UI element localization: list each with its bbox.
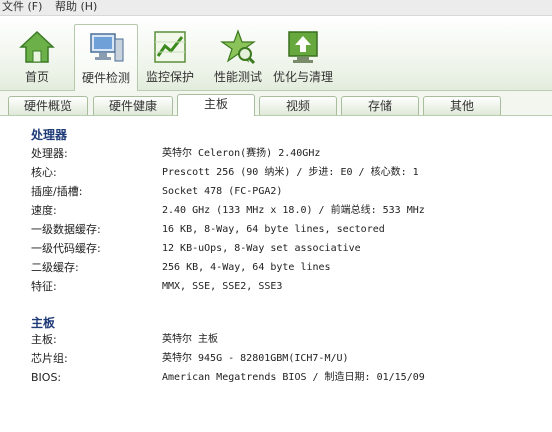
menu-help[interactable]: 帮助 (H) (55, 0, 97, 14)
processor-row: 速度: 2.40 GHz (133 MHz x 18.0) / 前端总线: 53… (31, 204, 425, 217)
computer-icon (90, 33, 124, 62)
mainboard-section-title: 主板 (31, 316, 56, 330)
toolbar-hardware-button[interactable]: 硬件检测 (74, 24, 138, 91)
home-icon (19, 30, 55, 63)
tab-storage[interactable]: 存储 (341, 96, 419, 115)
processor-section-title: 处理器 (31, 128, 68, 142)
hardware-tabs: 硬件概览 硬件健康 主板 视频 存储 其他 (0, 91, 552, 116)
menu-bar: 文件 (F) 帮助 (H) (0, 0, 552, 16)
main-toolbar: 首页 硬件检测 监控保护 性能测试 优化与清理 (0, 16, 552, 91)
mainboard-row: BIOS: American Megatrends BIOS / 制造日期: 0… (31, 371, 425, 384)
processor-row: 核心: Prescott 256 (90 纳米) / 步进: E0 / 核心数:… (31, 166, 419, 179)
tab-hardware-overview[interactable]: 硬件概览 (8, 96, 88, 115)
toolbar-benchmark-button[interactable]: 性能测试 (207, 20, 269, 90)
monitor-chart-icon (154, 31, 186, 63)
mainboard-row: 芯片组: 英特尔 945G - 82801GBM(ICH7-M/U) (31, 352, 349, 365)
toolbar-home-button[interactable]: 首页 (6, 20, 68, 90)
processor-row: 插座/插槽: Socket 478 (FC-PGA2) (31, 185, 283, 198)
processor-row: 二级缓存: 256 KB, 4-Way, 64 byte lines (31, 261, 331, 274)
processor-row: 一级代码缓存: 12 KB-uOps, 8-Way set associativ… (31, 242, 361, 255)
tab-other[interactable]: 其他 (423, 96, 501, 115)
tab-video[interactable]: 视频 (259, 96, 337, 115)
toolbar-optimize-button[interactable]: 优化与清理 (272, 20, 334, 90)
mainboard-row: 主板: 英特尔 主板 (31, 333, 219, 346)
upload-clean-icon (288, 31, 318, 63)
processor-row: 处理器: 英特尔 Celeron(赛扬) 2.40GHz (31, 147, 321, 160)
tab-hardware-health[interactable]: 硬件健康 (93, 96, 173, 115)
processor-row: 特征: MMX, SSE, SSE2, SSE3 (31, 280, 283, 293)
star-search-icon (220, 29, 256, 65)
tab-mainboard[interactable]: 主板 (177, 94, 255, 116)
mainboard-panel: 处理器 处理器: 英特尔 Celeron(赛扬) 2.40GHz 核心: Pre… (0, 116, 552, 432)
processor-row: 一级数据缓存: 16 KB, 8-Way, 64 byte lines, sec… (31, 223, 385, 236)
toolbar-monitor-button[interactable]: 监控保护 (139, 20, 201, 90)
menu-file[interactable]: 文件 (F) (2, 0, 42, 14)
